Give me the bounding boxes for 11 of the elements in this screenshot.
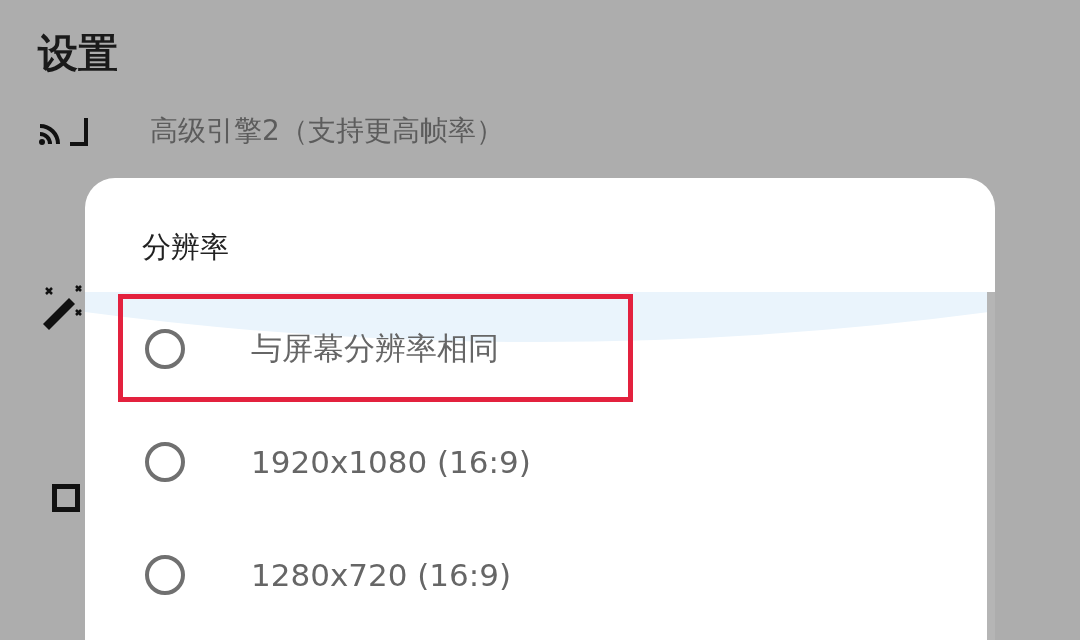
cast-icon (38, 116, 90, 146)
option-label[interactable]: 1920x1080 (16:9) (251, 443, 531, 480)
option-label[interactable]: 与屏幕分辨率相同 (251, 327, 499, 370)
setting-subtitle: 高级引擎2（支持更高帧率） (150, 113, 504, 149)
radio-button[interactable] (145, 441, 185, 482)
option-label[interactable]: 1280x720 (16:9) (251, 556, 512, 593)
radio-button[interactable] (145, 554, 185, 595)
radio-button[interactable] (145, 328, 185, 369)
dialog-title: 分辨率 (142, 229, 229, 266)
page-title: 设置 (38, 29, 118, 78)
square-icon (52, 484, 80, 512)
